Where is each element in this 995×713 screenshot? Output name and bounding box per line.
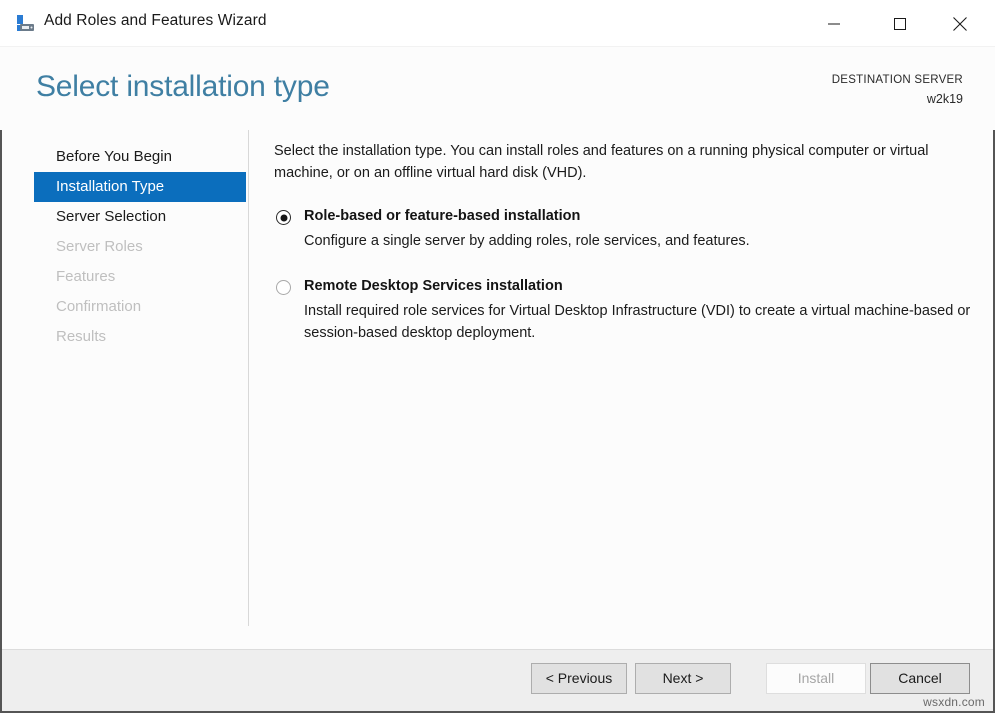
sidebar-item-server-selection[interactable]: Server Selection bbox=[34, 202, 246, 232]
cancel-button[interactable]: Cancel bbox=[870, 663, 970, 694]
wizard-navigation: Before You Begin Installation Type Serve… bbox=[34, 142, 246, 352]
window-title: Add Roles and Features Wizard bbox=[44, 12, 267, 29]
sidebar-item-before-you-begin[interactable]: Before You Begin bbox=[34, 142, 246, 172]
destination-server-value: w2k19 bbox=[926, 92, 963, 106]
sidebar-item-confirmation: Confirmation bbox=[56, 298, 142, 315]
title-bar: Add Roles and Features Wizard bbox=[0, 0, 995, 47]
option-description-remote-desktop: Install required role services for Virtu… bbox=[304, 303, 971, 341]
previous-button[interactable]: < Previous bbox=[531, 663, 627, 694]
radio-remote-desktop-services[interactable] bbox=[276, 280, 291, 295]
watermark: wsxdn.com bbox=[923, 695, 985, 709]
wizard-body: Before You Begin Installation Type Serve… bbox=[2, 130, 993, 650]
page-header: Select installation type DESTINATION SER… bbox=[0, 47, 995, 130]
sidebar-item-installation-type[interactable]: Installation Type bbox=[34, 172, 246, 202]
content-divider bbox=[248, 130, 249, 626]
wizard-footer: < Previous Next > Install Cancel wsxdn.c… bbox=[2, 649, 993, 711]
content-pane: Select the installation type. You can in… bbox=[274, 140, 970, 344]
option-remote-desktop-services-installation[interactable]: Remote Desktop Services installation Ins… bbox=[274, 276, 970, 344]
next-button[interactable]: Next > bbox=[635, 663, 731, 694]
install-button: Install bbox=[766, 663, 866, 694]
destination-server-label: DESTINATION SERVER bbox=[831, 74, 963, 86]
instruction-text: Select the installation type. You can in… bbox=[274, 143, 929, 181]
radio-role-based-installation[interactable] bbox=[276, 210, 291, 225]
page-title: Select installation type bbox=[36, 70, 330, 103]
sidebar-item-features: Features bbox=[56, 268, 116, 285]
add-roles-wizard-window: Add Roles and Features Wizard Select ins… bbox=[0, 0, 995, 713]
server-roles-icon bbox=[16, 14, 36, 34]
sidebar-item-results: Results bbox=[56, 328, 107, 345]
option-title-role-based: Role-based or feature-based installation bbox=[304, 208, 581, 224]
minimize-icon[interactable] bbox=[811, 0, 857, 47]
option-title-remote-desktop: Remote Desktop Services installation bbox=[304, 278, 563, 294]
sidebar-item-server-roles: Server Roles bbox=[56, 238, 143, 255]
close-icon[interactable] bbox=[937, 0, 983, 47]
option-description-role-based: Configure a single server by adding role… bbox=[304, 233, 750, 249]
maximize-icon[interactable] bbox=[877, 0, 923, 47]
option-role-based-installation[interactable]: Role-based or feature-based installation… bbox=[274, 206, 966, 252]
